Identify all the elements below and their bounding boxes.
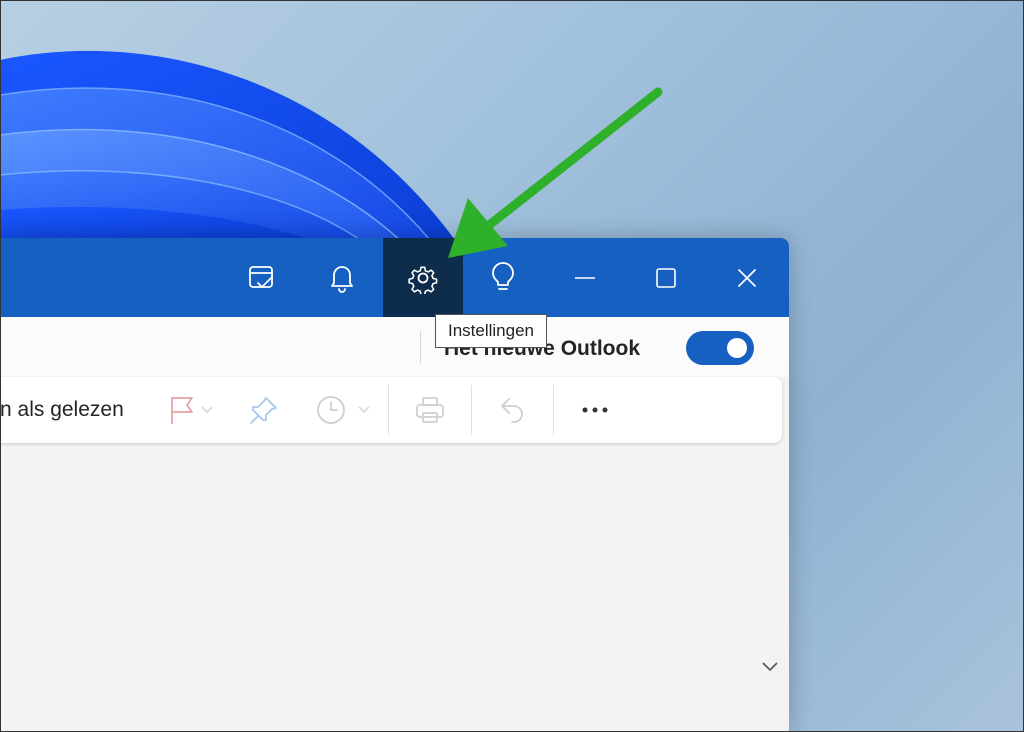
annotation-arrow [448, 87, 663, 258]
